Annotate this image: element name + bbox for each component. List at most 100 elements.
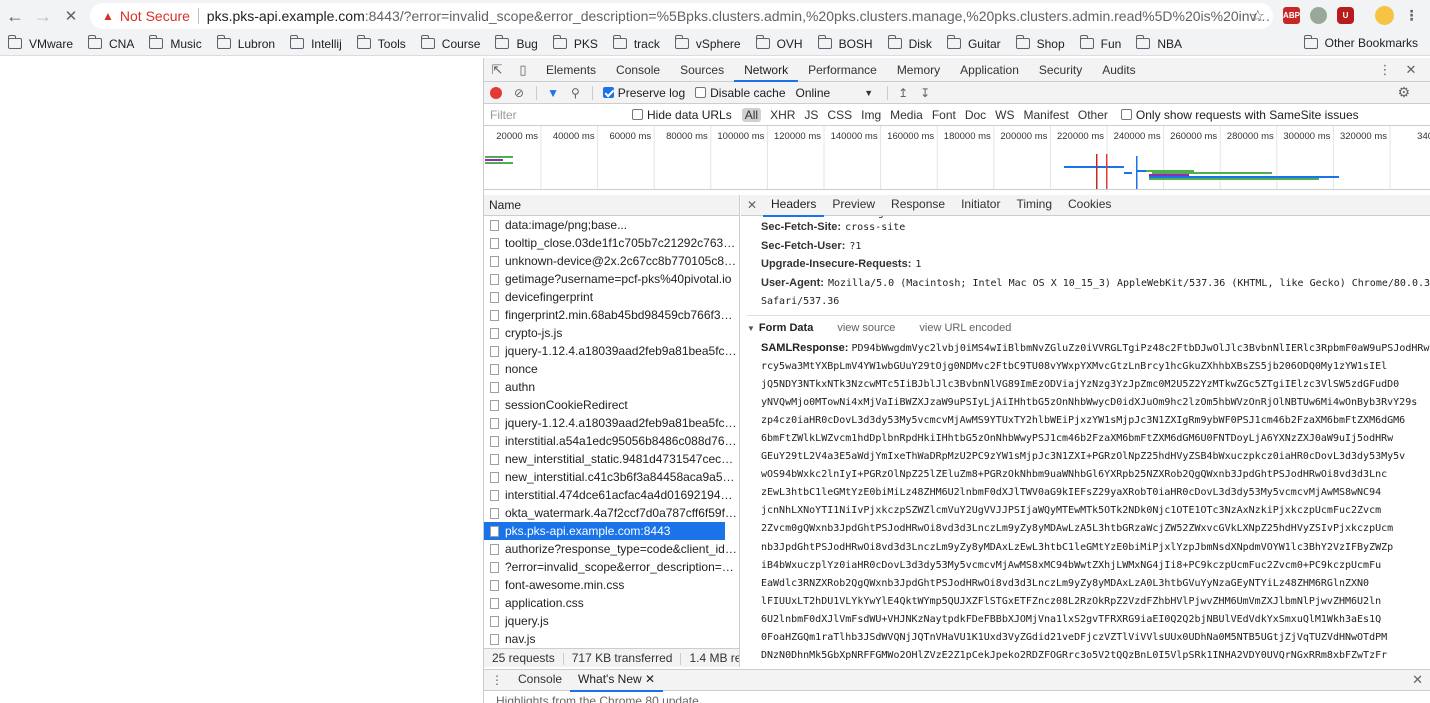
request-row[interactable]: jquery-1.12.4.a18039aad2feb9a81bea5fc1e8… <box>484 342 739 360</box>
tab-security[interactable]: Security <box>1029 58 1092 82</box>
tab-audits[interactable]: Audits <box>1092 58 1145 82</box>
bookmark-vmware[interactable]: VMware <box>8 35 73 51</box>
filter-css[interactable]: CSS <box>827 108 852 122</box>
bookmark-intellij[interactable]: Intellij <box>290 35 342 51</box>
bookmark-tools[interactable]: Tools <box>356 35 406 51</box>
hide-data-urls-checkbox[interactable]: Hide data URLs <box>632 108 732 122</box>
export-har-icon[interactable]: ↧ <box>920 86 930 100</box>
request-row[interactable]: sessionCookieRedirect <box>484 396 739 414</box>
request-row[interactable]: crypto-js.js <box>484 324 739 342</box>
request-row[interactable]: new_interstitial.c41c3b6f3a84458aca9a591… <box>484 468 739 486</box>
star-bookmark-icon[interactable]: ☆ <box>1251 6 1265 26</box>
network-overview-timeline[interactable]: 20000 ms 40000 ms 60000 ms 80000 ms 100000 m… <box>484 126 1430 190</box>
checkbox-unchecked[interactable] <box>1120 109 1132 120</box>
request-row[interactable]: authn <box>484 378 739 396</box>
detail-tab-preview[interactable]: Preview <box>824 195 883 217</box>
close-tab-icon[interactable]: ✕ <box>642 672 655 686</box>
checkbox-checked[interactable] <box>602 87 614 98</box>
bookmark-bosh[interactable]: BOSH <box>817 35 873 51</box>
close-devtools-icon[interactable]: ✕ <box>1398 58 1424 82</box>
preserve-log-checkbox[interactable]: Preserve log <box>602 86 685 100</box>
request-row[interactable]: ?error=invalid_scope&error_description=%… <box>484 558 739 576</box>
filter-media[interactable]: Media <box>890 108 923 122</box>
import-har-icon[interactable]: ↥ <box>898 86 908 100</box>
request-row[interactable]: tooltip_close.03de1f1c705b7c21292c763921… <box>484 234 739 252</box>
filter-img[interactable]: Img <box>861 108 881 122</box>
detail-tab-cookies[interactable]: Cookies <box>1060 195 1119 217</box>
bookmark-fun[interactable]: Fun <box>1079 35 1121 51</box>
request-row[interactable]: jquery-1.12.4.a18039aad2feb9a81bea5fc1e8… <box>484 414 739 432</box>
bookmark-pks[interactable]: PKS <box>552 35 598 51</box>
record-icon[interactable] <box>490 86 502 99</box>
close-drawer-icon[interactable]: ✕ <box>1412 672 1423 688</box>
request-row[interactable]: getimage?username=pcf-pks%40pivotal.io <box>484 270 739 288</box>
bookmark-course[interactable]: Course <box>420 35 480 51</box>
filter-manifest[interactable]: Manifest <box>1024 108 1069 122</box>
profile-avatar[interactable] <box>1375 6 1394 25</box>
request-row[interactable]: devicefingerprint <box>484 288 739 306</box>
drawer-menu-icon[interactable]: ⋮ <box>484 673 510 687</box>
detail-tab-initiator[interactable]: Initiator <box>953 195 1008 217</box>
tab-sources[interactable]: Sources <box>670 58 734 82</box>
bookmark-vsphere[interactable]: vSphere <box>674 35 741 51</box>
back-arrow-icon[interactable]: ← <box>2 3 28 29</box>
not-secure-label[interactable]: Not Secure <box>120 8 190 24</box>
tab-application[interactable]: Application <box>950 58 1029 82</box>
request-row[interactable]: data:image/png;base... <box>484 216 739 234</box>
clear-icon[interactable]: ⊘ <box>514 86 524 100</box>
bookmark-bug[interactable]: Bug <box>495 35 538 51</box>
tab-network[interactable]: Network <box>734 58 799 82</box>
form-data-header[interactable]: ▼ Form Data view source view URL encoded <box>747 314 1430 339</box>
filter-ws[interactable]: WS <box>995 108 1014 122</box>
request-row[interactable]: okta_watermark.4a7f2ccf7d0a787cff6f59fb6… <box>484 504 739 522</box>
request-row[interactable]: new_interstitial_static.9481d4731547cec0… <box>484 450 739 468</box>
filter-input[interactable]: Filter <box>484 104 632 126</box>
tab-elements[interactable]: Elements <box>536 58 606 82</box>
tab-memory[interactable]: Memory <box>887 58 950 82</box>
inspect-element-icon[interactable]: ⇱ <box>484 58 510 82</box>
filter-funnel-icon[interactable]: ▼ <box>547 86 559 100</box>
request-row[interactable]: nav.js <box>484 630 739 648</box>
devtools-menu-icon[interactable]: ⋮ <box>1372 58 1398 82</box>
bookmark-nba[interactable]: NBA <box>1136 35 1182 51</box>
detail-tab-headers[interactable]: Headers <box>763 195 825 217</box>
tab-console[interactable]: Console <box>606 58 670 82</box>
filter-doc[interactable]: Doc <box>965 108 986 122</box>
tab-performance[interactable]: Performance <box>798 58 887 82</box>
bookmark-lubron[interactable]: Lubron <box>216 35 275 51</box>
bookmark-ovh[interactable]: OVH <box>755 35 803 51</box>
drawer-tab-what-s-new[interactable]: What's New ✕ <box>570 668 664 692</box>
shield-extension-icon[interactable]: U <box>1337 7 1354 24</box>
filter-other[interactable]: Other <box>1078 108 1108 122</box>
request-row[interactable]: pks.pks-api.example.com:8443 <box>484 522 725 540</box>
device-toolbar-icon[interactable]: ▯ <box>510 58 536 82</box>
other-bookmarks[interactable]: Other Bookmarks <box>1303 34 1418 50</box>
browser-menu-icon[interactable]: ⋮ <box>1403 7 1420 24</box>
view-url-encoded-link[interactable]: view URL encoded <box>919 322 1011 334</box>
drawer-tab-console[interactable]: Console <box>510 668 570 692</box>
filter-xhr[interactable]: XHR <box>770 108 795 122</box>
disable-cache-checkbox[interactable]: Disable cache <box>695 86 786 100</box>
bookmark-music[interactable]: Music <box>149 35 202 51</box>
request-row[interactable]: nonce <box>484 360 739 378</box>
request-row[interactable]: font-awesome.min.css <box>484 576 739 594</box>
forward-arrow-icon[interactable]: → <box>30 3 56 29</box>
detail-tab-timing[interactable]: Timing <box>1008 195 1060 217</box>
bookmark-cna[interactable]: CNA <box>88 35 134 51</box>
request-row[interactable]: interstitial.a54a1edc95056b8486c088d7655… <box>484 432 739 450</box>
request-row[interactable]: jquery.js <box>484 612 739 630</box>
request-row[interactable]: unknown-device@2x.2c67cc8b770105c89c9c7.… <box>484 252 739 270</box>
filter-all[interactable]: All <box>741 107 762 122</box>
bookmark-shop[interactable]: Shop <box>1015 35 1065 51</box>
filter-font[interactable]: Font <box>932 108 956 122</box>
detail-tab-response[interactable]: Response <box>883 195 953 217</box>
samesite-checkbox[interactable]: Only show requests with SameSite issues <box>1120 108 1359 122</box>
checkbox-unchecked[interactable] <box>632 109 643 120</box>
stop-loading-icon[interactable]: ✕ <box>58 3 84 29</box>
address-bar[interactable]: ▲ Not Secure pks.pks-api.example.com :84… <box>90 3 1273 29</box>
filter-js[interactable]: JS <box>804 108 818 122</box>
checkbox-unchecked[interactable] <box>695 87 707 98</box>
name-column-header[interactable]: Name <box>484 195 739 216</box>
extension-icon-1[interactable]: ABP <box>1283 7 1300 24</box>
request-row[interactable]: application.css <box>484 594 739 612</box>
